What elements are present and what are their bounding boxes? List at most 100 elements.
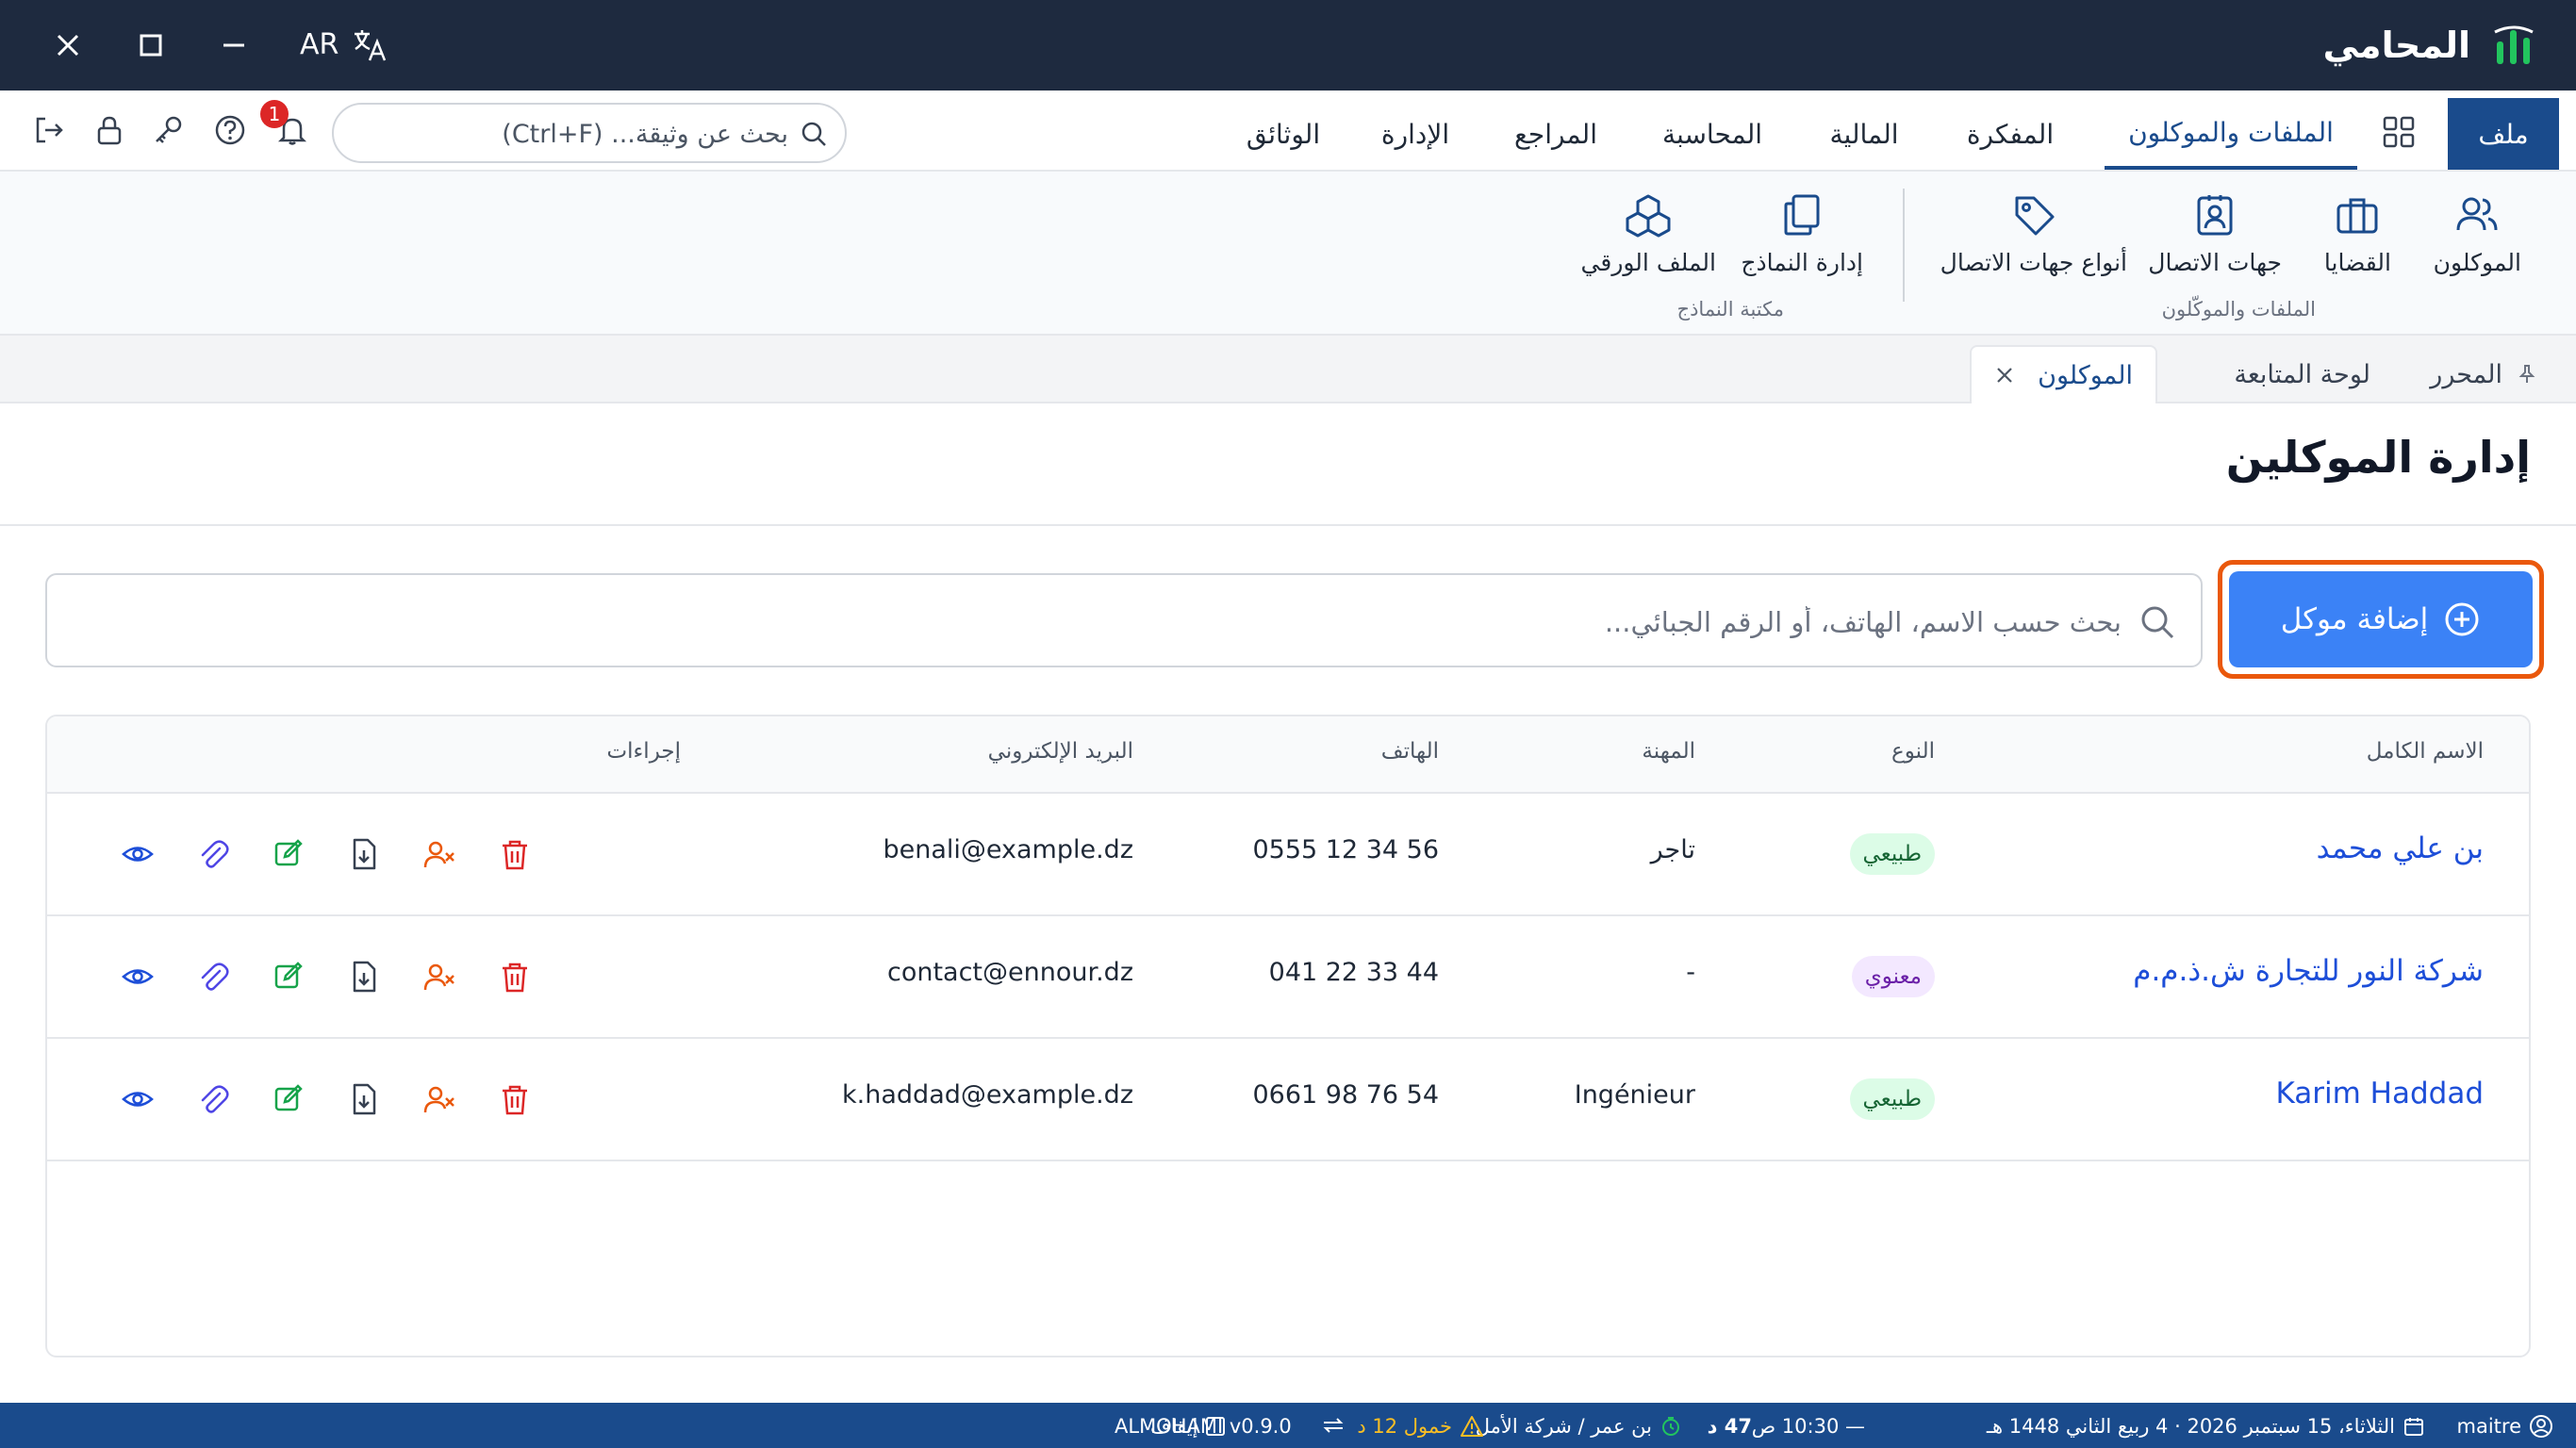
edit-button[interactable]	[272, 1082, 305, 1116]
view-button[interactable]	[121, 837, 155, 871]
tab-accounting[interactable]: المحاسبة	[1648, 98, 1776, 170]
minimize-window-button[interactable]	[211, 23, 256, 68]
table-row[interactable]: Karim Haddad طبيعي Ingénieur 0661 98 76 54 k…	[47, 1039, 2529, 1161]
logout-button[interactable]	[32, 113, 66, 147]
delete-icon	[503, 963, 527, 993]
download-icon	[353, 961, 376, 993]
document-search[interactable]	[332, 103, 847, 163]
sync-button[interactable]	[1320, 1414, 1346, 1437]
unassign-user-button[interactable]	[422, 1082, 456, 1116]
download-icon	[353, 1083, 376, 1115]
status-client-case-label: بن عمر / شركة الأمل	[1475, 1415, 1652, 1438]
client-name-link[interactable]: بن علي محمد	[2317, 831, 2484, 865]
status-date-label: الثلاثاء، 15 سبتمبر 2026 · 4 ربيع الثاني…	[1986, 1415, 2395, 1438]
ribbon: الموكلون القضايا جهات الاتصال أنواع جهات…	[0, 172, 2576, 336]
status-idle-label: خمول 12 د	[1357, 1415, 1452, 1438]
tab-dashboard[interactable]: لوحة المتابعة	[2234, 345, 2370, 403]
maximize-window-button[interactable]	[128, 23, 173, 68]
status-duration: 47 د	[1708, 1414, 1752, 1439]
download-button[interactable]	[347, 1082, 381, 1116]
pin-icon	[2518, 365, 2535, 383]
title-bar: المحامي AR	[0, 0, 2576, 90]
close-icon	[57, 34, 79, 57]
type-badge: طبيعي	[1849, 833, 1935, 875]
password-button[interactable]	[151, 113, 185, 147]
tab-editor[interactable]: المحرر	[2430, 345, 2538, 403]
tab-administration[interactable]: الإدارة	[1363, 98, 1467, 170]
column-header-type[interactable]: النوع	[1891, 739, 1935, 764]
status-user[interactable]: maitre	[2457, 1414, 2554, 1439]
delete-button[interactable]	[498, 960, 532, 994]
apps-grid-icon[interactable]	[2382, 115, 2416, 149]
unassign-user-button[interactable]	[422, 837, 456, 871]
clients-table: الاسم الكامل النوع المهنة الهاتف البريد …	[45, 715, 2531, 1358]
tab-references[interactable]: المراجع	[1499, 98, 1612, 170]
delete-button[interactable]	[498, 837, 532, 871]
column-header-email[interactable]: البريد الإلكتروني	[988, 739, 1133, 764]
ribbon-templates-label: إدارة النماذج	[1741, 249, 1863, 276]
tab-files-clients[interactable]: الملفات والموكلون	[2105, 98, 2357, 170]
attachment-button[interactable]	[196, 1082, 230, 1116]
attachment-button[interactable]	[196, 837, 230, 871]
close-tab-icon[interactable]	[1994, 365, 2015, 386]
tab-finance[interactable]: المالية	[1812, 98, 1916, 170]
ribbon-contacts[interactable]: جهات الاتصال	[2148, 190, 2282, 285]
lock-button[interactable]	[92, 113, 126, 147]
ribbon-paper-file[interactable]: الملف الورقي	[1581, 190, 1716, 285]
column-header-name[interactable]: الاسم الكامل	[2367, 739, 2484, 764]
table-row[interactable]: بن علي محمد طبيعي تاجر 0555 12 34 56 benali@…	[47, 794, 2529, 916]
copy-icon	[1784, 194, 1820, 236]
translate-icon[interactable]	[351, 26, 388, 64]
status-date: الثلاثاء، 15 سبتمبر 2026 · 4 ربيع الثاني…	[1987, 1414, 2425, 1439]
status-client-case[interactable]: بن عمر / شركة الأمل	[1476, 1414, 1682, 1439]
app-version: ALMOHAMI v0.9.0	[1115, 1415, 1292, 1438]
tab-agenda[interactable]: المفكرة	[1954, 98, 2067, 170]
attachment-button[interactable]	[196, 960, 230, 994]
column-header-phone[interactable]: الهاتف	[1381, 739, 1439, 764]
briefcase-icon	[2337, 198, 2378, 234]
ribbon-contacts-label: جهات الاتصال	[2148, 249, 2282, 276]
page-header: إدارة الموكلين	[0, 403, 2576, 526]
edit-button[interactable]	[272, 837, 305, 871]
client-name-link[interactable]: Karim Haddad	[2275, 1077, 2484, 1111]
timer-icon	[1662, 1417, 1679, 1436]
edit-icon	[274, 962, 303, 989]
attachment-icon	[201, 1085, 229, 1113]
unassign-user-button[interactable]	[422, 960, 456, 994]
type-badge: معنوي	[1851, 956, 1935, 997]
view-button[interactable]	[121, 960, 155, 994]
ribbon-contact-types[interactable]: أنواع جهات الاتصال	[1940, 190, 2127, 285]
document-search-input[interactable]	[355, 116, 788, 152]
ribbon-templates[interactable]: إدارة النماذج	[1741, 190, 1863, 285]
edit-icon	[274, 1084, 303, 1111]
ribbon-cases[interactable]: القضايا	[2324, 190, 2391, 285]
profession-cell: -	[1686, 958, 1695, 987]
profession-cell: تاجر	[1650, 835, 1695, 864]
plus-circle-icon	[2445, 602, 2479, 636]
ribbon-cases-label: القضايا	[2323, 249, 2391, 276]
help-button[interactable]	[213, 113, 247, 147]
edit-button[interactable]	[272, 960, 305, 994]
tab-documents[interactable]: الوثائق	[1231, 98, 1335, 170]
table-row[interactable]: شركة النور للتجارة ش.ذ.م.م معنوي - 041 22 3…	[47, 916, 2529, 1039]
download-button[interactable]	[347, 960, 381, 994]
download-button[interactable]	[347, 837, 381, 871]
view-button[interactable]	[121, 1082, 155, 1116]
phone-cell: 0661 98 76 54	[1252, 1080, 1439, 1110]
add-client-button[interactable]: إضافة موكل	[2229, 571, 2533, 667]
menu-file[interactable]: ملف	[2448, 98, 2559, 170]
ribbon-clients[interactable]: الموكلون	[2434, 190, 2521, 285]
close-window-button[interactable]	[45, 23, 91, 68]
language-code[interactable]: AR	[300, 26, 339, 64]
users-icon	[2456, 197, 2498, 231]
delete-button[interactable]	[498, 1082, 532, 1116]
column-header-profession[interactable]: المهنة	[1642, 739, 1695, 764]
client-search-input[interactable]	[94, 601, 2122, 643]
delete-icon	[503, 840, 527, 870]
status-user-label: maitre	[2456, 1415, 2522, 1438]
client-search[interactable]	[45, 573, 2203, 667]
app-logo-icon	[2491, 23, 2536, 68]
client-name-link[interactable]: شركة النور للتجارة ش.ذ.م.م	[2133, 954, 2484, 988]
download-icon	[353, 838, 376, 870]
tab-clients[interactable]: الموكلون	[1970, 345, 2157, 403]
